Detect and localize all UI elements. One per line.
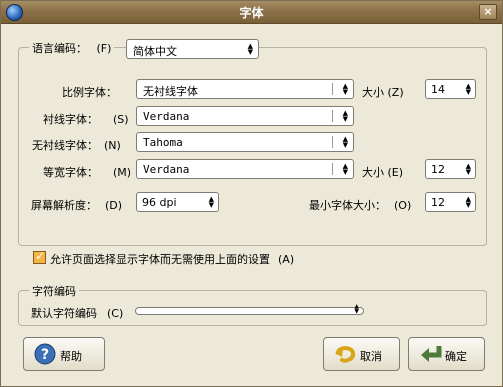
- language-select[interactable]: 简体中文 ▲ ▼: [126, 39, 259, 59]
- select-arrows-icon: ▲ ▼: [247, 42, 253, 56]
- select-arrows-icon: ▲ ▼: [354, 303, 359, 315]
- language-shortcut: (F): [96, 42, 112, 55]
- enter-arrow-icon: [421, 346, 442, 362]
- default-encoding-label: 默认字符编码 (C): [31, 307, 124, 320]
- resolution-spinner[interactable]: 96 dpi ▲ ▼: [136, 192, 219, 212]
- sans-serif-label: 无衬线字体： (N): [32, 139, 121, 152]
- select-separator: [332, 83, 333, 95]
- select-arrows-icon: ▲ ▼: [342, 109, 348, 123]
- mono-size-value: 12: [431, 163, 445, 176]
- spinner-arrows-icon: ▲ ▼: [465, 162, 471, 176]
- select-separator: [332, 136, 333, 148]
- cancel-label: 取消: [360, 350, 382, 363]
- min-size-label: 最小字体大小： (O): [309, 199, 412, 212]
- title-bar: 字体 ×: [1, 1, 502, 24]
- select-separator: [332, 110, 333, 122]
- ok-label: 确定: [445, 350, 467, 363]
- spinner-arrows-icon: ▲ ▼: [465, 195, 471, 209]
- select-arrows-icon: ▲ ▼: [342, 162, 348, 176]
- size-value: 14: [431, 83, 445, 96]
- sans-serif-select[interactable]: Tahoma ▲ ▼: [136, 132, 354, 152]
- close-icon: ×: [483, 5, 493, 18]
- monospace-select[interactable]: Verdana ▲ ▼: [136, 159, 354, 179]
- select-arrows-icon: ▲ ▼: [342, 135, 348, 149]
- monospace-value: Verdana: [143, 163, 190, 176]
- size-label: 大小 (Z): [362, 86, 404, 99]
- default-encoding-select[interactable]: ▲ ▼: [135, 303, 364, 315]
- font-dialog: 字体 × 语言编码： (F) 简体中文 ▲ ▼ 比例字体： 无衬线字体 ▲ ▼ 大小…: [0, 0, 503, 387]
- serif-value: Verdana: [143, 110, 190, 123]
- cancel-button[interactable]: 取消: [323, 337, 400, 371]
- help-icon: ?: [34, 343, 56, 365]
- close-button[interactable]: ×: [479, 4, 497, 20]
- select-arrows-icon: ▲ ▼: [342, 82, 348, 96]
- allow-page-fonts-label[interactable]: 允许页面选择显示字体而无需使用上面的设置 (A): [50, 251, 294, 267]
- allow-page-fonts-checkbox[interactable]: [33, 249, 46, 264]
- serif-label: 衬线字体： (S): [43, 113, 129, 126]
- language-row: 语言编码： (F): [29, 40, 115, 56]
- proportional-select[interactable]: 无衬线字体 ▲ ▼: [136, 79, 354, 99]
- language-label: 语言编码：: [32, 42, 87, 55]
- help-button[interactable]: ? 帮助: [23, 337, 105, 371]
- resolution-label: 屏幕解析度： (D): [31, 199, 123, 212]
- undo-arrow-icon: [335, 346, 356, 363]
- resolution-value: 96 dpi: [142, 196, 177, 209]
- serif-select[interactable]: Verdana ▲ ▼: [136, 106, 354, 126]
- sans-serif-value: Tahoma: [143, 136, 183, 149]
- spinner-arrows-icon: ▲ ▼: [208, 195, 214, 209]
- mono-size-spinner[interactable]: 12 ▲ ▼: [425, 159, 476, 179]
- select-separator: [332, 163, 333, 175]
- spinner-arrows-icon: ▲ ▼: [465, 82, 471, 96]
- min-size-spinner[interactable]: 12 ▲ ▼: [425, 192, 476, 212]
- ok-button[interactable]: 确定: [408, 337, 485, 371]
- proportional-value: 无衬线字体: [143, 85, 198, 98]
- svg-text:?: ?: [41, 347, 49, 363]
- monospace-label: 等宽字体： (M): [43, 166, 132, 179]
- help-label: 帮助: [60, 350, 82, 363]
- window-title: 字体: [239, 6, 264, 20]
- encoding-group-title: 字符编码: [29, 283, 79, 299]
- mono-size-label: 大小 (E): [362, 166, 404, 179]
- language-value: 简体中文: [133, 45, 177, 58]
- min-size-value: 12: [431, 196, 445, 209]
- size-spinner[interactable]: 14 ▲ ▼: [425, 79, 476, 99]
- proportional-label: 比例字体：: [62, 86, 117, 99]
